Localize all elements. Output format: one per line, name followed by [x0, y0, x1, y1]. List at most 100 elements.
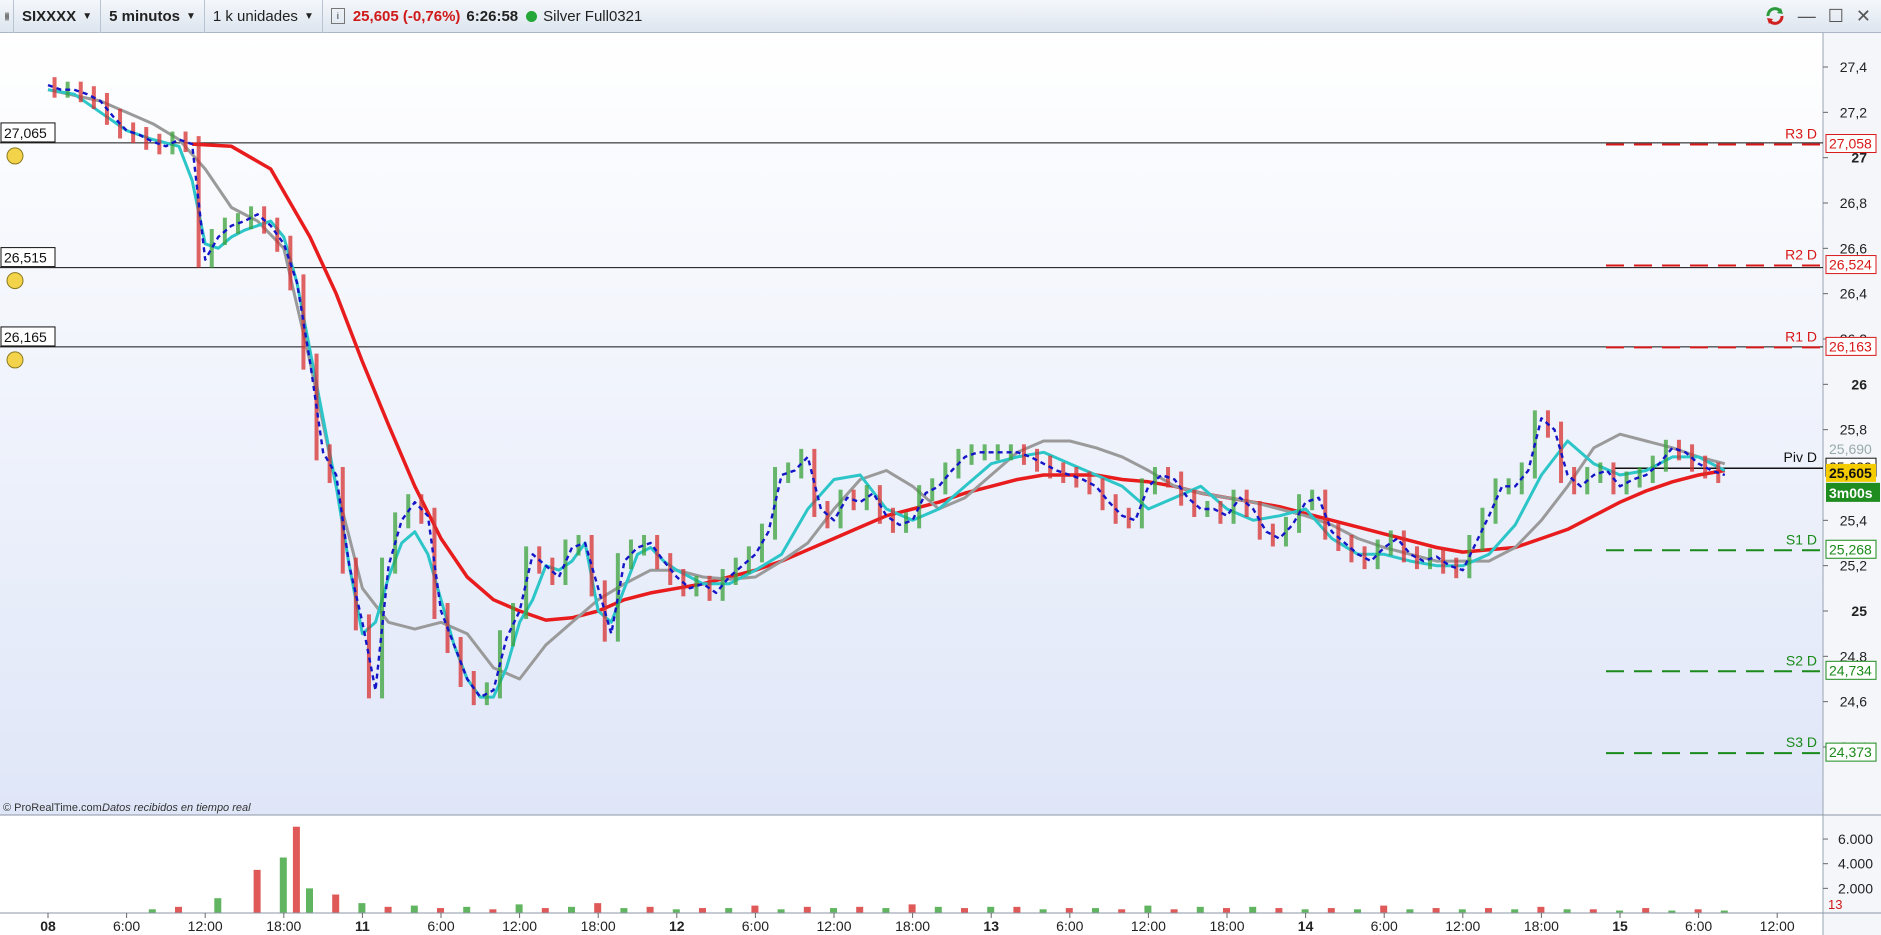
- volume-bar: [1170, 909, 1178, 913]
- pivot-level-label: 24,373: [1829, 744, 1872, 760]
- volume-bar: [1432, 908, 1440, 913]
- maximize-icon[interactable]: ☐: [1828, 6, 1844, 27]
- chevron-down-icon: ▼: [185, 10, 196, 22]
- price-tick-label: 26: [1851, 376, 1867, 392]
- pivot-level-name: R3 D: [1785, 126, 1817, 142]
- price-tick-label: 25,2: [1840, 558, 1867, 574]
- volume-bar: [830, 908, 837, 913]
- time-tick-label: 12:00: [1760, 918, 1795, 934]
- time-tick-label: 12: [669, 918, 685, 934]
- volume-bar: [1249, 906, 1257, 913]
- time-tick-label: 08: [40, 918, 56, 934]
- time-tick-label: 6:00: [113, 918, 140, 934]
- volume-bar: [463, 906, 471, 913]
- price-tick-label: 26,4: [1840, 286, 1867, 302]
- timeframe-selector[interactable]: 5 minutos ▼: [101, 0, 205, 33]
- pivot-level-label: 26,524: [1829, 257, 1872, 273]
- time-tick-label: 18:00: [1524, 918, 1559, 934]
- alert-bell-icon: [6, 147, 24, 165]
- volume-bar: [672, 909, 680, 913]
- price-tick-label: 27,4: [1840, 59, 1867, 75]
- volume-bar: [1380, 905, 1388, 913]
- price-chart[interactable]: 27,427,22726,826,626,426,22625,825,425,2…: [0, 33, 1881, 935]
- volume-bar: [1118, 909, 1126, 913]
- volume-bar: [489, 909, 497, 913]
- volume-bar: [1589, 909, 1597, 913]
- volume-bar: [437, 908, 444, 913]
- volume-bar: [777, 909, 785, 913]
- price-tick-label: 25,4: [1840, 512, 1867, 528]
- volume-bar: [1694, 909, 1702, 913]
- volume-bar: [306, 888, 313, 913]
- volume-bar: [1563, 909, 1571, 913]
- last-price: 25,605 (-0,76%): [352, 7, 461, 25]
- footer-brand: © ProRealTime.com: [3, 802, 102, 814]
- symbol-label: SIXXXX: [22, 7, 77, 25]
- hidden-price-label: 25,690: [1829, 441, 1872, 457]
- volume-bar: [1537, 906, 1545, 913]
- pivot-level-name: S1 D: [1786, 531, 1817, 547]
- volume-bar: [358, 903, 366, 913]
- realtime-status-icon: [526, 10, 538, 22]
- sync-icon[interactable]: [1764, 5, 1786, 27]
- candle-timer-label: 3m00s: [1829, 485, 1873, 501]
- clock: 6:26:58: [466, 7, 519, 25]
- grip-icon[interactable]: [0, 0, 14, 33]
- volume-bar: [856, 906, 864, 913]
- volume-bar: [646, 906, 654, 913]
- volume-bar: [751, 905, 759, 913]
- volume-bar: [1511, 909, 1519, 913]
- units-label: 1 k unidades: [212, 7, 298, 25]
- volume-bar: [1458, 909, 1466, 913]
- current-price-label: 25,605: [1829, 465, 1872, 481]
- close-icon[interactable]: ✕: [1856, 6, 1871, 27]
- volume-bar: [934, 906, 942, 913]
- window-controls: — ☐ ✕: [1764, 5, 1871, 27]
- volume-bar: [568, 906, 575, 913]
- chevron-down-icon: ▼: [82, 10, 93, 22]
- volume-bar: [699, 908, 706, 913]
- volume-bar: [1406, 909, 1414, 913]
- volume-tick-label: 4.000: [1838, 856, 1873, 872]
- time-tick-label: 15: [1612, 918, 1628, 934]
- price-tick-label: 26,6: [1840, 240, 1867, 256]
- minimize-icon[interactable]: —: [1798, 6, 1816, 27]
- time-tick-label: 18:00: [581, 918, 616, 934]
- pivot-level-name: Piv D: [1784, 449, 1817, 465]
- time-tick-label: 6:00: [742, 918, 769, 934]
- time-tick-label: 18:00: [895, 918, 930, 934]
- alert-bell-icon: [6, 272, 24, 290]
- price-tick-label: 25,8: [1840, 422, 1867, 438]
- time-tick-label: 12:00: [816, 918, 851, 934]
- volume-bar: [803, 906, 811, 913]
- time-tick-label: 6:00: [427, 918, 454, 934]
- time-tick-label: 11: [355, 918, 370, 934]
- time-tick-label: 6:00: [1371, 918, 1398, 934]
- volume-bar: [332, 894, 340, 913]
- volume-bar: [1013, 906, 1021, 913]
- pivot-level-label: 26,163: [1829, 338, 1872, 354]
- volume-bar: [1354, 909, 1361, 913]
- volume-bar: [148, 909, 156, 913]
- info-icon[interactable]: i: [330, 8, 345, 24]
- time-tick-label: 12:00: [502, 918, 537, 934]
- volume-bar: [1065, 908, 1073, 913]
- volume-bar: [253, 869, 261, 913]
- pivot-level-label: 27,058: [1829, 136, 1872, 152]
- price-tick-label: 25: [1851, 603, 1867, 619]
- units-selector[interactable]: 1 k unidades ▼: [205, 0, 323, 33]
- volume-bar: [214, 898, 222, 913]
- volume-bar: [384, 906, 392, 913]
- time-tick-label: 6:00: [1056, 918, 1083, 934]
- time-tick-label: 13: [983, 918, 999, 934]
- volume-bar: [987, 906, 995, 913]
- symbol-selector[interactable]: SIXXXX ▼: [14, 0, 102, 33]
- pivot-level-label: 25,268: [1829, 541, 1872, 557]
- instrument-name: Silver Full0321: [543, 7, 643, 25]
- time-tick-label: 14: [1298, 918, 1314, 934]
- time-tick-label: 6:00: [1685, 918, 1712, 934]
- volume-bar: [175, 906, 182, 913]
- alert-price-label: 26,515: [4, 250, 47, 266]
- volume-bar: [1144, 905, 1152, 913]
- pivot-level-name: S2 D: [1786, 652, 1817, 668]
